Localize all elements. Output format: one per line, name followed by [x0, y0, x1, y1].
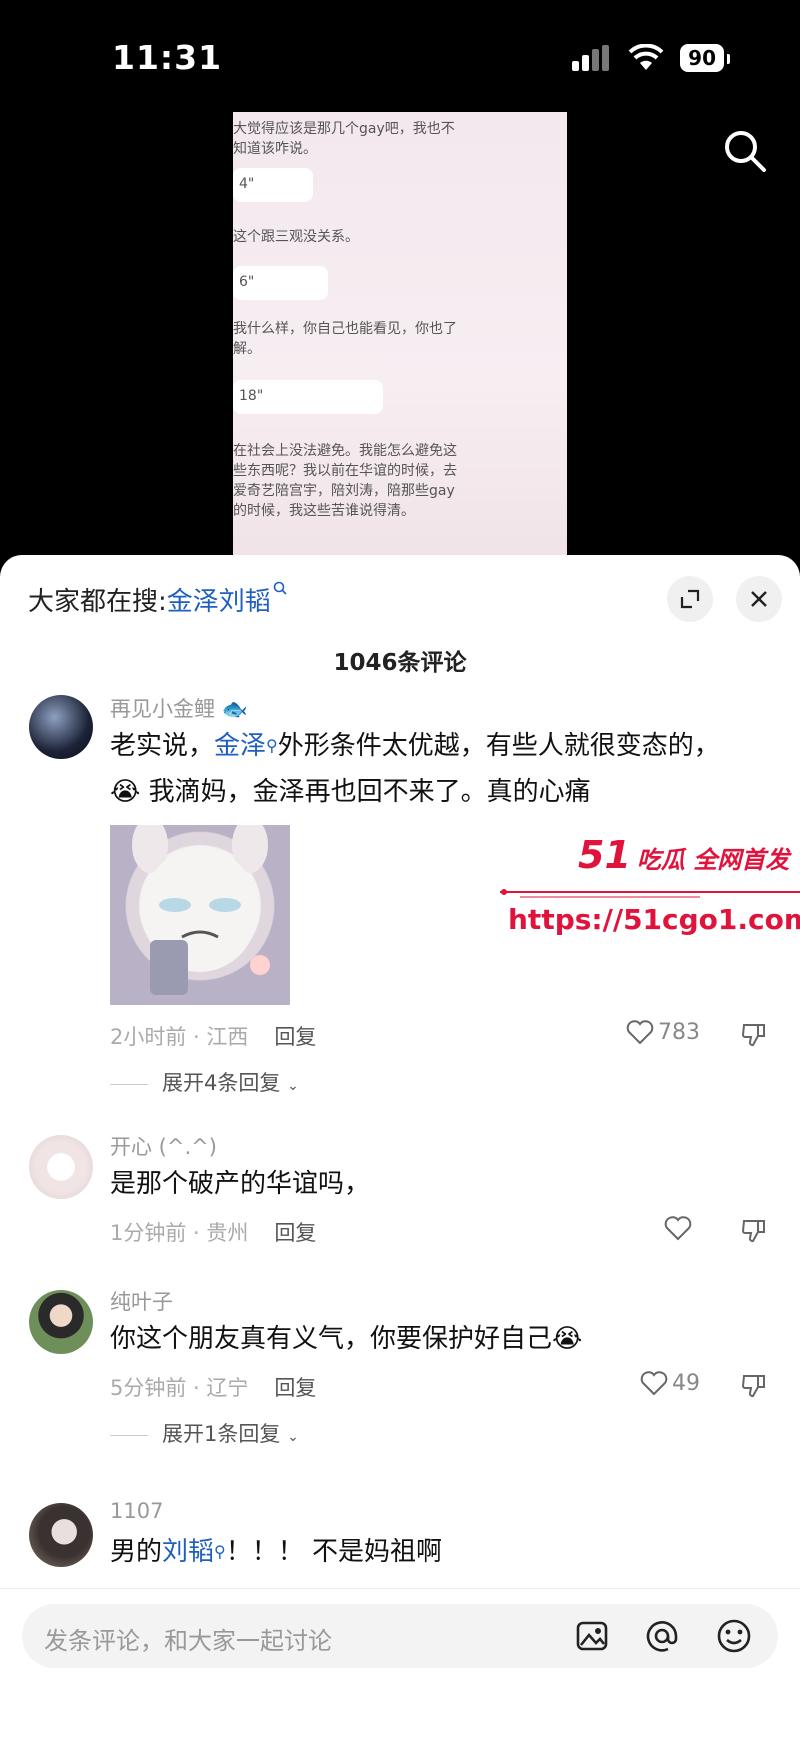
comment-username[interactable]: 1107 — [110, 1499, 163, 1523]
comment-text: 😭 我滴妈，金泽再也回不来了。真的心痛 — [110, 777, 591, 807]
crying-emoji-icon: 😭 — [552, 1324, 583, 1354]
chevron-down-icon: ⌄ — [287, 1078, 299, 1094]
chat-line: 4" — [239, 176, 255, 192]
watermark: 51 吃瓜 全网首发 https://51cgo1.com — [500, 833, 800, 973]
watermark-brand: 51 吃瓜 全网首发 — [578, 833, 790, 877]
comment-text: 老实说，金泽⚲外形条件太优越，有些人就很变态的， — [110, 731, 720, 761]
like-count: 49 — [672, 1370, 700, 1396]
chevron-down-icon: ⌄ — [287, 1429, 299, 1445]
avatar[interactable] — [29, 695, 93, 759]
comment-keyword-link[interactable]: 刘韬 — [162, 1537, 214, 1567]
expand-icon — [680, 589, 700, 609]
comment-count: 1046条评论 — [333, 650, 467, 676]
video-player[interactable]: 大觉得应该是那几个gay吧，我也不 知道该咋说。 4" 这个跟三观没关系。 6"… — [0, 0, 800, 570]
like-button[interactable]: 783 — [626, 1019, 700, 1045]
comment-keyword-link[interactable]: 金泽 — [214, 731, 266, 761]
keyword-search-icon — [273, 581, 287, 595]
like-count: 783 — [658, 1019, 700, 1045]
chat-line: 6" — [239, 274, 255, 290]
comment-username[interactable]: 再见小金鲤 🐟 — [110, 693, 248, 723]
comment-text: 是那个破产的华谊吗， — [110, 1169, 371, 1199]
fish-icon: 🐟 — [221, 697, 248, 721]
dislike-icon[interactable] — [740, 1372, 768, 1400]
chat-line: 这个跟三观没关系。 — [233, 229, 359, 245]
comment-input-bar: 发条评论，和大家一起讨论 — [0, 1588, 800, 1739]
reply-button[interactable]: 回复 — [274, 1025, 316, 1049]
avatar[interactable] — [29, 1503, 93, 1567]
chat-line: 些东西呢？我以前在华谊的时候，去 — [233, 463, 457, 479]
reply-button[interactable]: 回复 — [274, 1376, 316, 1400]
expand-replies[interactable]: 展开4条回复 ⌄ — [110, 1067, 299, 1097]
heart-icon — [626, 1020, 654, 1045]
chat-line: 爱奇艺陪宫宇，陪刘涛，陪那些gay — [233, 483, 455, 499]
search-keyword[interactable]: 金泽刘韬 — [167, 587, 271, 617]
comment-image[interactable] — [110, 825, 290, 1005]
close-button[interactable] — [736, 576, 782, 622]
chat-line: 在社会上没法避免。我能怎么避免这 — [233, 443, 457, 459]
search-suggestion[interactable]: 大家都在搜:金泽刘韬 — [28, 581, 289, 618]
chat-line: 我什么样，你自己也能看见，你也了 — [233, 321, 457, 337]
avatar[interactable] — [29, 1135, 93, 1199]
expand-button[interactable] — [667, 576, 713, 622]
comment-meta: 1分钟前 · 贵州 回复 — [110, 1221, 317, 1245]
sticker-icon — [132, 825, 270, 995]
comment-meta: 5分钟前 · 辽宁 回复 — [110, 1376, 317, 1400]
comment-username[interactable]: 纯叶子 — [110, 1286, 173, 1316]
comment-text: 男的刘韬⚲！！！ 不是妈祖啊 — [110, 1537, 443, 1567]
image-icon[interactable] — [572, 1616, 612, 1656]
comment-text: 你这个朋友真有义气，你要保护好自己😭 — [110, 1324, 583, 1354]
comment-input-placeholder: 发条评论，和大家一起讨论 — [44, 1627, 332, 1655]
comment-username[interactable]: 开心 (^.^) — [110, 1131, 217, 1161]
emoji-icon[interactable] — [714, 1616, 754, 1656]
like-button[interactable]: 49 — [640, 1370, 700, 1396]
heart-icon — [640, 1371, 668, 1396]
avatar[interactable] — [29, 1290, 93, 1354]
expand-replies[interactable]: 展开1条回复 ⌄ — [110, 1418, 299, 1448]
comment-sheet: 大家都在搜:金泽刘韬 1046条评论 再见小金鲤 🐟 老实说，金泽⚲外形条件太优… — [0, 555, 800, 1739]
chat-line: 的时候，我这些苦谁说得清。 — [233, 503, 415, 519]
chat-line: 大觉得应该是那几个gay吧，我也不 — [233, 121, 455, 137]
like-button[interactable] — [664, 1215, 696, 1241]
dislike-icon[interactable] — [740, 1217, 768, 1245]
dislike-icon[interactable] — [740, 1021, 768, 1049]
chat-line: 18" — [239, 388, 264, 404]
reply-button[interactable]: 回复 — [274, 1221, 316, 1245]
search-prefix: 大家都在搜: — [28, 587, 167, 617]
mention-icon[interactable] — [642, 1616, 682, 1656]
comment-meta: 2小时前 · 江西 回复 — [110, 1025, 317, 1049]
crying-emoji-icon: 😭 — [110, 777, 141, 807]
comment-input[interactable]: 发条评论，和大家一起讨论 — [22, 1604, 778, 1668]
watermark-lines — [500, 889, 800, 898]
close-icon — [751, 591, 767, 607]
video-frame: 大觉得应该是那几个gay吧，我也不 知道该咋说。 4" 这个跟三观没关系。 6"… — [233, 112, 567, 560]
chat-line: 解。 — [233, 341, 261, 357]
chat-line: 知道该咋说。 — [233, 141, 317, 157]
watermark-url: https://51cgo1.com — [508, 903, 800, 936]
heart-icon — [664, 1216, 692, 1241]
search-icon[interactable] — [720, 126, 770, 176]
